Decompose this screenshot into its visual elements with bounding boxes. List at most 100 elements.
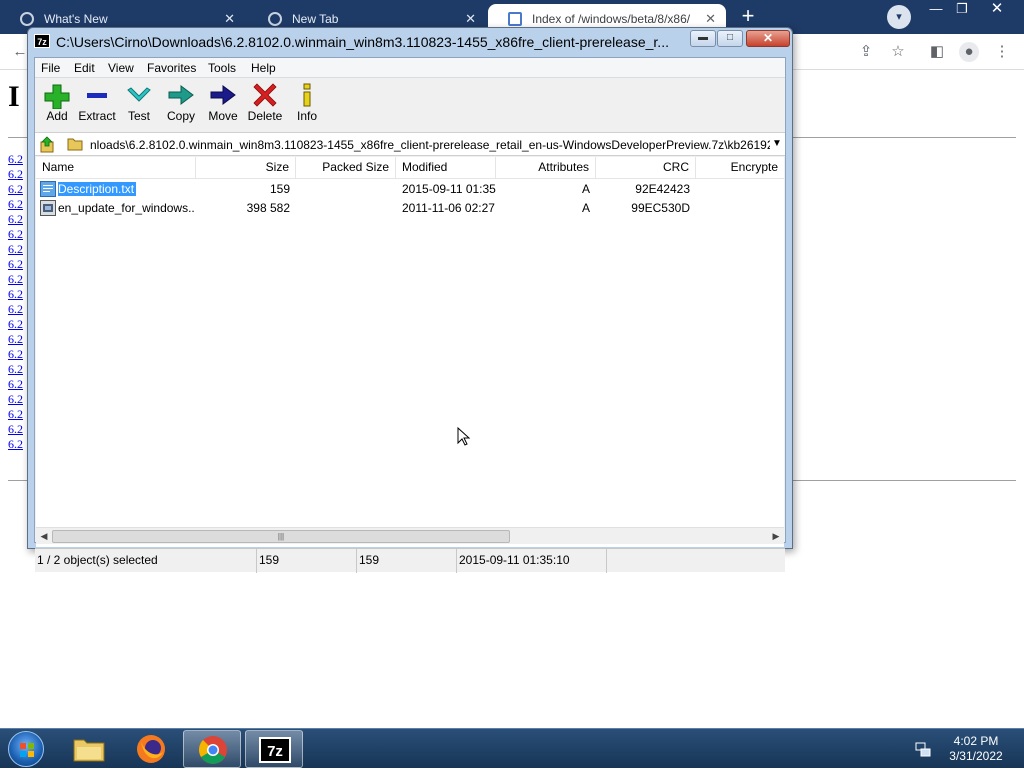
status-size: 159 [257,549,357,573]
directory-link[interactable]: 6.2 [8,317,28,332]
sevenzip-window: 7z C:\Users\Cirno\Downloads\6.2.8102.0.w… [27,27,793,573]
file-attributes-cell: A [581,201,590,215]
file-size-cell: 159 [269,182,290,196]
taskbar-7zip[interactable]: 7z [245,730,303,768]
menu-view[interactable]: View [108,61,134,75]
test-icon [127,87,151,102]
system-clock[interactable]: 4:02 PM 3/31/2022 [940,734,1012,764]
file-modified-cell: 2011-11-06 02:27 [402,201,495,215]
side-panel-icon[interactable]: ◧ [927,42,947,62]
bookmark-star-icon[interactable]: ☆ [888,42,908,62]
directory-link[interactable]: 6.2 [8,152,28,167]
copy-button[interactable]: Copy [159,81,203,129]
directory-link[interactable]: 6.2 [8,197,28,212]
directory-link[interactable]: 6.2 [8,392,28,407]
close-icon[interactable]: ✕ [705,11,716,27]
scroll-left-icon[interactable]: ◀ [37,530,51,543]
file-name: en_update_for_windows... [58,201,194,215]
mouse-cursor-icon [457,427,471,446]
column-header-crc[interactable]: CRC [596,157,696,179]
column-header-packed-size[interactable]: Packed Size [296,157,396,179]
taskbar-explorer[interactable] [60,730,118,768]
menu-edit[interactable]: Edit [74,61,95,75]
file-crc-cell: 92E42423 [635,182,690,196]
horizontal-scrollbar[interactable]: ◀ ||| ▶ [36,527,784,544]
directory-link[interactable]: 6.2 [8,287,28,302]
directory-link[interactable]: 6.2 [8,422,28,437]
chrome-favicon-icon [20,12,34,26]
tab-search-button[interactable]: ▾ [887,5,911,29]
ie-page-icon [508,12,522,26]
sevenzip-app-icon: 7z [34,34,50,48]
taskbar-chrome[interactable] [183,730,241,768]
menu-file[interactable]: File [41,61,60,75]
directory-link[interactable]: 6.2 [8,362,28,377]
copy-icon [168,85,194,105]
close-icon[interactable]: ✕ [224,11,235,27]
info-button[interactable]: Info [285,81,329,129]
delete-button[interactable]: Delete [243,81,287,129]
maximize-button[interactable]: □ [717,30,743,47]
browser-close-button[interactable]: ✕ [984,0,1010,20]
taskbar-firefox[interactable] [122,730,180,768]
file-name-cell: Description.txt [58,182,194,196]
directory-link[interactable]: 6.2 [8,437,28,452]
directory-link[interactable]: 6.2 [8,257,28,272]
file-name: Description.txt [58,182,137,196]
text-file-icon [40,181,56,197]
start-button[interactable] [8,731,44,767]
more-menu-icon[interactable]: ⋮ [992,42,1012,62]
up-folder-icon[interactable] [38,136,56,154]
tab-title: What's New [44,12,108,26]
add-button[interactable]: Add [35,81,79,129]
window-title: C:\Users\Cirno\Downloads\6.2.8102.0.winm… [56,34,669,50]
directory-link[interactable]: 6.2 [8,347,28,362]
test-button[interactable]: Test [117,81,161,129]
directory-link[interactable]: 6.2 [8,332,28,347]
move-button[interactable]: Move [201,81,245,129]
menu-favorites[interactable]: Favorites [147,61,196,75]
directory-link[interactable]: 6.2 [8,407,28,422]
file-modified-cell: 2015-09-11 01:35 [402,182,496,196]
column-header-attributes[interactable]: Attributes [496,157,596,179]
directory-link[interactable]: 6.2 [8,302,28,317]
table-row[interactable]: Description.txt 159 2015-09-11 01:35 A 9… [36,180,784,199]
network-icon[interactable] [914,740,932,758]
menu-tools[interactable]: Tools [208,61,236,75]
new-tab-button[interactable]: + [735,5,761,29]
profile-avatar-icon[interactable]: ● [959,42,979,62]
browser-minimize-button[interactable]: — [926,0,946,20]
column-header-encrypted[interactable]: Encrypte [696,157,784,179]
toolbar-label: Add [46,109,68,123]
column-header-modified[interactable]: Modified [396,157,496,179]
directory-link[interactable]: 6.2 [8,212,28,227]
menu-help[interactable]: Help [251,61,276,75]
delete-icon [253,83,277,107]
directory-link[interactable]: 6.2 [8,377,28,392]
toolbar-label: Delete [247,109,283,123]
scrollbar-thumb[interactable]: ||| [52,530,510,543]
installer-file-icon [40,200,56,216]
path-input[interactable]: nloads\6.2.8102.0.winmain_win8m3.110823-… [90,138,770,152]
status-selection: 1 / 2 object(s) selected [35,549,257,573]
minimize-button[interactable]: ▬ [690,30,716,47]
sevenzip-titlebar[interactable]: 7z C:\Users\Cirno\Downloads\6.2.8102.0.w… [28,28,792,56]
column-header-name[interactable]: Name [36,157,196,179]
toolbar-label: Move [208,109,238,123]
directory-link[interactable]: 6.2 [8,242,28,257]
directory-link-list: 6.2 6.2 6.2 6.2 6.2 6.2 6.2 6.2 6.2 6.2 … [8,152,28,452]
browser-restore-button[interactable]: ❐ [952,0,972,20]
scroll-right-icon[interactable]: ▶ [769,530,783,543]
directory-link[interactable]: 6.2 [8,272,28,287]
directory-link[interactable]: 6.2 [8,182,28,197]
directory-link[interactable]: 6.2 [8,227,28,242]
close-button[interactable]: ✕ [746,30,790,47]
column-header-size[interactable]: Size [196,157,296,179]
table-row[interactable]: en_update_for_windows... 398 582 2011-11… [36,199,784,218]
sevenzip-client-area: File Edit View Favorites Tools Help Add … [34,57,786,573]
share-icon[interactable]: ⇪ [856,42,876,62]
directory-link[interactable]: 6.2 [8,167,28,182]
close-icon[interactable]: ✕ [465,11,476,27]
extract-button[interactable]: Extract [75,81,119,129]
chevron-down-icon[interactable]: ▼ [772,138,782,149]
